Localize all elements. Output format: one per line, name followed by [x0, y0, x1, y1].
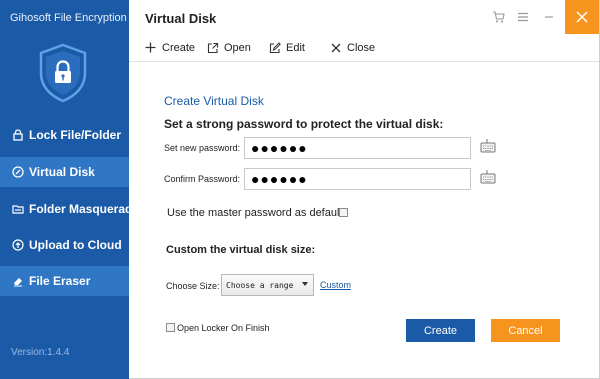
master-password-label: Use the master password as default [167, 207, 343, 219]
open-locker-checkbox[interactable] [166, 323, 175, 332]
cancel-button[interactable]: Cancel [491, 319, 560, 342]
sidebar-item-virtual-disk[interactable]: Virtual Disk [0, 157, 129, 187]
window-close-button[interactable] [565, 0, 599, 34]
edit-icon [268, 41, 281, 54]
sidebar: Gihosoft File Encryption Lock File/Folde… [0, 0, 139, 379]
master-password-checkbox[interactable] [339, 208, 348, 217]
folder-masquerade-icon [12, 203, 24, 215]
menu-icon[interactable] [512, 6, 534, 28]
cloud-upload-icon [12, 239, 24, 251]
choose-size-label: Choose Size: [166, 281, 220, 291]
sidebar-item-label: Virtual Disk [29, 165, 95, 179]
sidebar-item-lock-file-folder[interactable]: Lock File/Folder [0, 120, 129, 150]
minimize-icon[interactable] [538, 6, 560, 28]
sidebar-item-label: Upload to Cloud [29, 238, 122, 252]
app-title: Gihosoft File Encryption [10, 12, 127, 24]
keyboard-icon[interactable] [480, 139, 496, 153]
sidebar-item-folder-masquerade[interactable]: Folder Masquerade [0, 194, 139, 224]
shield-lock-icon [37, 43, 89, 103]
sidebar-item-label: Folder Masquerade [29, 202, 140, 216]
confirm-password-field[interactable]: ●●●●●● [244, 168, 471, 190]
plus-icon [144, 41, 157, 54]
confirm-password-label: Confirm Password: [164, 174, 241, 184]
chevron-down-icon [302, 282, 308, 286]
disk-size-title: Custom the virtual disk size: [166, 244, 316, 256]
custom-size-link[interactable]: Custom [320, 280, 351, 290]
create-button[interactable]: Create [406, 319, 475, 342]
close-x-icon [329, 41, 342, 54]
toolbar-open-button[interactable]: Open [206, 41, 251, 54]
size-select[interactable]: Choose a range [221, 274, 314, 296]
new-password-label: Set new password: [164, 143, 241, 153]
eraser-icon [12, 275, 24, 287]
section-title: Create Virtual Disk [164, 94, 264, 108]
sidebar-item-label: Lock File/Folder [29, 128, 122, 142]
disk-icon [12, 166, 24, 178]
toolbar: Create Open Edit Close [129, 34, 599, 62]
close-icon [576, 11, 588, 23]
keyboard-icon[interactable] [480, 170, 496, 184]
toolbar-close-button[interactable]: Close [329, 41, 375, 54]
version-label: Version:1.4.4 [11, 347, 70, 358]
open-locker-label: Open Locker On Finish [177, 323, 270, 333]
lock-icon [12, 129, 24, 141]
sidebar-item-file-eraser[interactable]: File Eraser [0, 266, 129, 296]
toolbar-edit-button[interactable]: Edit [268, 41, 305, 54]
external-open-icon [206, 41, 219, 54]
sidebar-item-upload-to-cloud[interactable]: Upload to Cloud [0, 230, 129, 260]
page-title: Virtual Disk [145, 11, 217, 26]
cart-icon[interactable] [487, 6, 509, 28]
password-instructions: Set a strong password to protect the vir… [164, 117, 444, 131]
sidebar-item-label: File Eraser [29, 274, 91, 288]
new-password-field[interactable]: ●●●●●● [244, 137, 471, 159]
toolbar-create-button[interactable]: Create [144, 41, 195, 54]
main-panel: Virtual Disk Create Open Edit Close Crea… [129, 0, 600, 379]
